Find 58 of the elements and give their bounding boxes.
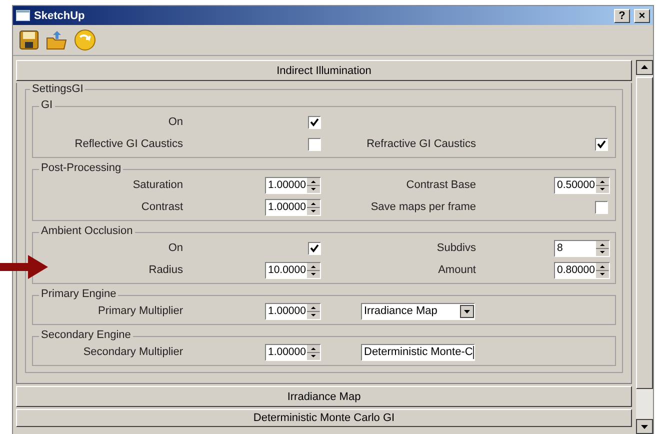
section-header[interactable]: Indirect Illumination xyxy=(16,60,632,81)
window-icon xyxy=(16,10,30,21)
checkbox[interactable] xyxy=(595,200,608,214)
field-label: Amount xyxy=(438,264,476,276)
field-label: Saturation xyxy=(132,179,183,191)
group-title: SettingsGI xyxy=(30,83,86,95)
group-title: Post-Processing xyxy=(39,162,124,174)
spinner-field[interactable]: 1.00000 xyxy=(265,198,321,216)
section-header[interactable]: Irradiance Map xyxy=(16,386,632,407)
spin-arrows-icon[interactable] xyxy=(596,178,609,192)
field-label: On xyxy=(168,242,183,254)
spinner-field[interactable]: 10.0000 xyxy=(265,262,321,278)
field-label: Refractive GI Caustics xyxy=(366,138,476,150)
window-title: SketchUp xyxy=(34,10,86,22)
spin-arrows-icon[interactable] xyxy=(307,344,320,360)
spinner-field[interactable]: 1.00000 xyxy=(265,302,321,320)
group-title: Ambient Occlusion xyxy=(39,225,135,237)
scrollbar[interactable] xyxy=(636,60,653,434)
checkbox[interactable] xyxy=(308,138,321,150)
field-label: Save maps per frame xyxy=(370,201,476,213)
spin-arrows-icon[interactable] xyxy=(307,304,320,318)
field-label: Contrast Base xyxy=(406,179,476,191)
field-label: On xyxy=(168,116,183,128)
render-button[interactable] xyxy=(73,28,97,52)
close-button[interactable]: × xyxy=(634,8,650,22)
field-label: Subdivs xyxy=(436,242,476,254)
spin-arrows-icon[interactable] xyxy=(596,240,609,256)
caret-icon[interactable] xyxy=(460,304,474,318)
dropdown[interactable]: Irradiance Map xyxy=(361,302,475,320)
field-label: Contrast xyxy=(141,201,183,213)
group-title: Primary Engine xyxy=(39,288,118,300)
spinner-field[interactable]: 1.00000 xyxy=(265,176,321,194)
dropdown[interactable]: Deterministic Monte-C xyxy=(361,344,475,360)
help-button[interactable]: ? xyxy=(614,8,630,22)
folder-icon xyxy=(46,30,68,50)
arrow-icon xyxy=(0,254,48,280)
checkbox[interactable] xyxy=(308,116,321,128)
group-title: GI xyxy=(39,99,55,111)
spin-arrows-icon[interactable] xyxy=(596,262,609,278)
field-label: Secondary Multiplier xyxy=(83,346,183,358)
open-button[interactable] xyxy=(45,28,69,52)
spinner-field[interactable]: 1.00000 xyxy=(265,344,321,360)
field-label: Radius xyxy=(148,264,183,276)
spin-arrows-icon[interactable] xyxy=(307,178,320,192)
save-button[interactable] xyxy=(17,28,41,52)
spinner-field[interactable]: 8 xyxy=(554,240,610,256)
scroll-down-icon[interactable] xyxy=(636,419,653,434)
checkbox[interactable] xyxy=(308,242,321,254)
spin-arrows-icon[interactable] xyxy=(307,200,320,214)
checkbox[interactable] xyxy=(595,138,608,150)
group-title: Secondary Engine xyxy=(39,329,133,341)
spinner-field[interactable]: 0.50000 xyxy=(554,176,610,194)
section-header[interactable]: Deterministic Monte Carlo GI xyxy=(16,409,632,427)
field-label: Primary Multiplier xyxy=(98,305,183,317)
scroll-up-icon[interactable] xyxy=(636,60,653,75)
spinner-field[interactable]: 0.80000 xyxy=(554,262,610,278)
spin-arrows-icon[interactable] xyxy=(307,262,320,278)
field-label: Reflective GI Caustics xyxy=(74,138,183,150)
